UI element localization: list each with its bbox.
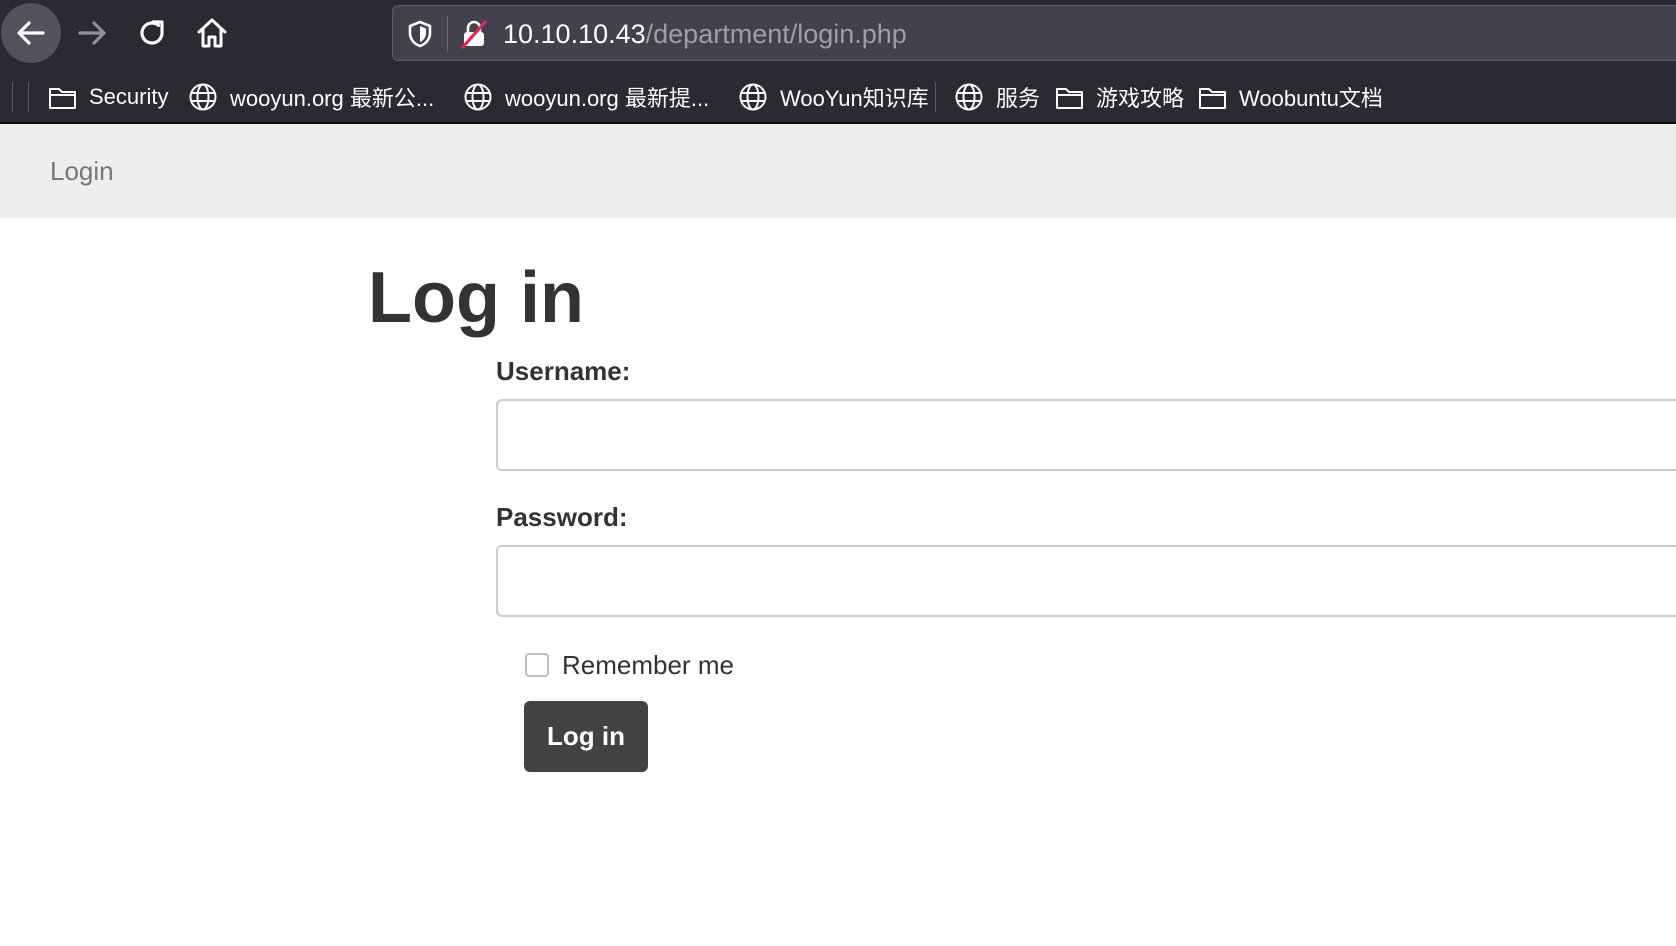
forward-button[interactable] xyxy=(62,3,122,63)
globe-icon xyxy=(739,83,767,111)
remember-me-label[interactable]: Remember me xyxy=(562,650,734,681)
home-button[interactable] xyxy=(182,3,242,63)
globe-icon xyxy=(955,83,983,111)
url-host: 10.10.10.43 xyxy=(503,19,646,49)
url-text[interactable]: 10.10.10.43/department/login.php xyxy=(503,18,907,50)
bookmark-label: Woobuntu文档 xyxy=(1239,86,1383,111)
remember-me-checkbox[interactable] xyxy=(525,653,549,677)
bookmark-wooyun-submit[interactable]: wooyun.org 最新提... xyxy=(463,80,709,114)
bookmarks-toolbar: Security wooyun.org 最新公... wooyun.org 最新… xyxy=(0,66,1676,124)
bookmark-wooyun-knowledge[interactable]: WooYun知识库 xyxy=(738,80,929,114)
username-label: Username: xyxy=(496,356,631,386)
bookmark-separator xyxy=(12,82,13,112)
url-path: /department/login.php xyxy=(645,19,907,49)
folder-icon xyxy=(1056,87,1083,109)
folder-icon xyxy=(1199,87,1226,109)
bookmark-label: WooYun知识库 xyxy=(780,86,929,111)
remember-me-row[interactable]: Remember me xyxy=(525,648,734,682)
nav-link-login[interactable]: Login xyxy=(50,156,114,187)
bookmark-label: 游戏攻略 xyxy=(1096,86,1185,111)
bookmark-separator xyxy=(28,82,29,112)
bookmark-folder-woobuntu[interactable]: Woobuntu文档 xyxy=(1198,80,1383,114)
reload-icon xyxy=(140,20,164,45)
arrow-left-icon xyxy=(17,21,45,45)
bookmark-folder-security[interactable]: Security xyxy=(48,80,168,114)
folder-icon xyxy=(49,87,76,109)
bookmark-wooyun-public[interactable]: wooyun.org 最新公... xyxy=(188,80,434,114)
bookmark-folder-games[interactable]: 游戏攻略 xyxy=(1055,80,1184,114)
login-submit-button[interactable]: Log in xyxy=(524,701,648,772)
bookmark-label: Security xyxy=(89,84,169,109)
browser-toolbar: 10.10.10.43/department/login.php xyxy=(0,0,1676,66)
insecure-lock-icon[interactable] xyxy=(459,19,489,49)
reload-button[interactable] xyxy=(122,3,182,63)
home-icon xyxy=(197,18,227,48)
bookmark-label: wooyun.org 最新公... xyxy=(230,86,435,111)
bookmark-label: wooyun.org 最新提... xyxy=(505,86,710,111)
globe-icon xyxy=(189,83,217,111)
bookmark-label: 服务 xyxy=(996,86,1041,111)
password-label: Password: xyxy=(496,502,628,532)
address-bar[interactable]: 10.10.10.43/department/login.php xyxy=(392,5,1676,61)
shield-icon[interactable] xyxy=(405,19,435,49)
username-input[interactable] xyxy=(496,399,1676,471)
bookmark-separator xyxy=(935,82,936,112)
address-bar-divider xyxy=(447,16,448,52)
back-button[interactable] xyxy=(1,3,61,63)
page-title: Log in xyxy=(368,258,584,338)
password-input[interactable] xyxy=(496,545,1676,617)
bookmark-services[interactable]: 服务 xyxy=(954,80,1040,114)
arrow-right-icon xyxy=(78,21,106,45)
site-navbar: Login xyxy=(0,124,1676,218)
globe-icon xyxy=(464,83,492,111)
